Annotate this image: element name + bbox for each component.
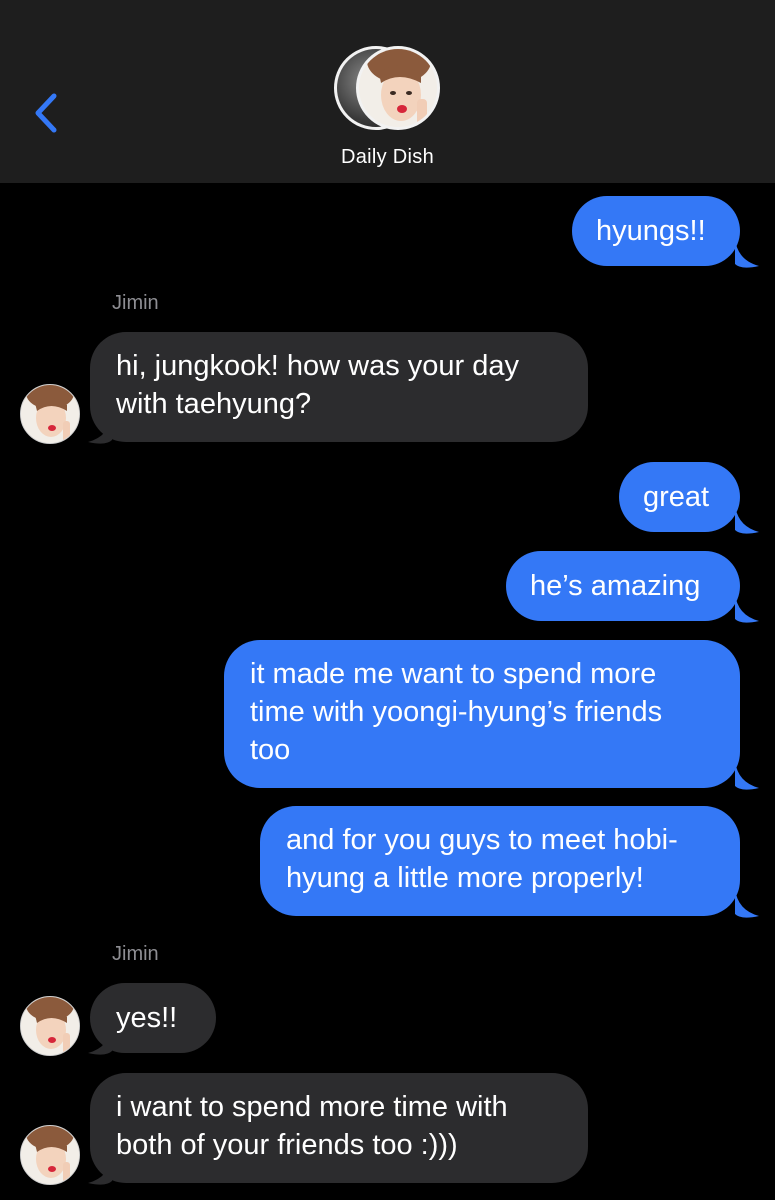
message-text-line: both of your friends too :))) — [116, 1129, 458, 1161]
message-bubble[interactable]: it made me want to spend more time with … — [224, 640, 740, 788]
sender-name: Jimin — [112, 943, 159, 965]
bubble-tail — [88, 414, 112, 444]
bubble-tail — [735, 504, 759, 534]
group-avatar[interactable] — [334, 46, 444, 136]
bubble-tail — [735, 238, 759, 268]
message-text-line: hyung a little more properly! — [286, 862, 644, 894]
message-bubble[interactable]: hi, jungkook! how was your day with taeh… — [90, 332, 588, 442]
bubble-tail — [88, 1155, 112, 1185]
message-bubble[interactable]: i want to spend more time with both of y… — [90, 1073, 588, 1183]
message-text-line: and for you guys to meet hobi- — [286, 824, 678, 856]
message-text-line: time with yoongi-hyung’s friends — [250, 696, 663, 728]
message-bubble[interactable]: and for you guys to meet hobi- hyung a l… — [260, 806, 740, 916]
sender-avatar[interactable] — [20, 384, 80, 444]
message-text-line: i want to spend more time with — [116, 1091, 508, 1123]
message-text-line: too — [250, 734, 291, 766]
bubble-tail — [735, 593, 759, 623]
sender-avatar[interactable] — [20, 1125, 80, 1185]
message-text-line: it made me want to spend more — [250, 658, 657, 690]
chevron-left-icon — [35, 93, 57, 133]
bubble-tail — [735, 888, 759, 918]
message-bubble[interactable]: he’s amazing — [506, 551, 740, 621]
member-avatar-jimin — [356, 46, 440, 130]
conversation-title[interactable]: Daily Dish — [0, 146, 775, 169]
sender-name: Jimin — [112, 292, 159, 314]
bubble-tail — [735, 760, 759, 790]
message-text: hyungs!! — [596, 215, 706, 247]
message-text: great — [643, 481, 710, 513]
message-text-line: with taehyung? — [116, 388, 312, 420]
message-text: yes!! — [116, 1002, 178, 1034]
conversation-header: Daily Dish — [0, 0, 775, 183]
message-bubble[interactable]: great — [619, 462, 740, 532]
back-button[interactable] — [30, 90, 66, 136]
bubble-tail — [88, 1025, 112, 1055]
sender-avatar[interactable] — [20, 996, 80, 1056]
message-text-line: hi, jungkook! how was your day — [116, 350, 519, 382]
message-bubble[interactable]: hyungs!! — [572, 196, 740, 266]
message-text: he’s amazing — [530, 570, 701, 602]
